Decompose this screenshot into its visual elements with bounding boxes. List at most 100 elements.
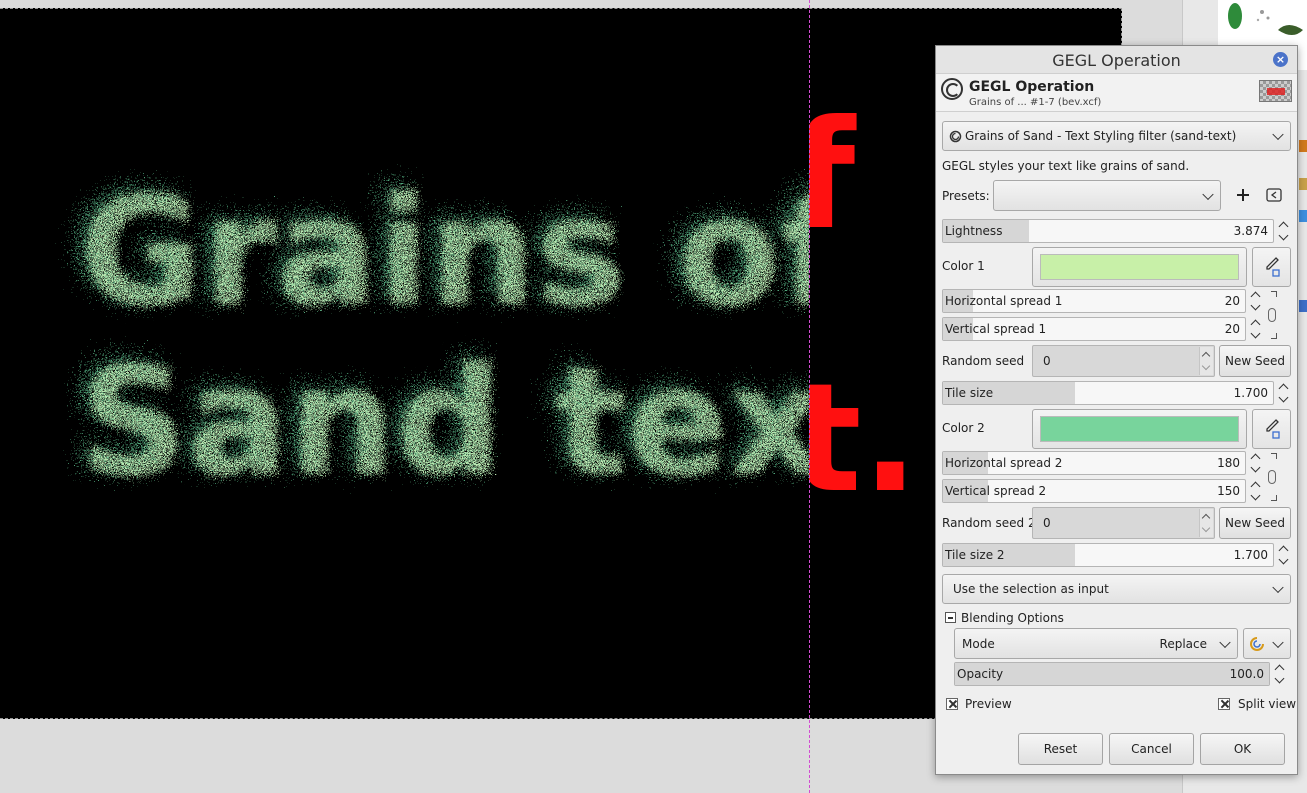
chevron-down-icon (1202, 188, 1214, 200)
split-view-label: Split view (1238, 697, 1297, 711)
cancel-button[interactable]: Cancel (1109, 733, 1194, 765)
chain-link-button-2[interactable] (1265, 453, 1279, 501)
ok-button[interactable]: OK (1200, 733, 1285, 765)
vspread1-label: Vertical spread 1 (945, 322, 1047, 336)
random-seed-field[interactable]: 0 (1032, 345, 1215, 377)
presets-select[interactable] (993, 180, 1221, 211)
hspread1-stepper[interactable] (1249, 289, 1263, 313)
preview-label: Preview (965, 697, 1012, 711)
header-title: GEGL Operation (969, 79, 1095, 95)
vspread2-label: Vertical spread 2 (945, 484, 1047, 498)
random-seed-2-value: 0 (1043, 516, 1051, 530)
reset-button[interactable]: Reset (1018, 733, 1103, 765)
vspread2-slider[interactable]: Vertical spread 2 150 (942, 479, 1246, 503)
hspread1-value: 20 (1224, 294, 1240, 308)
dialog-title: GEGL Operation (1052, 51, 1181, 70)
split-view-guide[interactable] (809, 0, 810, 793)
new-seed-2-label: New Seed (1225, 516, 1285, 530)
hspread2-slider[interactable]: Horizontal spread 2 180 (942, 451, 1246, 475)
composite-mode-button[interactable] (1243, 628, 1291, 659)
layer-thumbnail (1259, 80, 1292, 102)
random-seed-2-field[interactable]: 0 (1032, 507, 1215, 539)
composite-swirl-icon (1250, 637, 1264, 651)
gimp-workspace: Grains of Sand text Grains of Sand text … (0, 0, 1307, 793)
lightness-value: 3.874 (1233, 224, 1268, 238)
opacity-stepper[interactable] (1273, 662, 1287, 686)
hspread2-value: 180 (1217, 456, 1240, 470)
hspread1-slider[interactable]: Horizontal spread 1 20 (942, 289, 1246, 313)
lightness-label: Lightness (945, 224, 1003, 238)
color1-label: Color 1 (942, 259, 985, 273)
chain-bracket-top (1271, 291, 1277, 297)
presets-label: Presets: (942, 189, 990, 203)
blend-mode-value: Replace (1159, 636, 1207, 651)
random-seed-label: Random seed (942, 354, 1025, 368)
color2-swatch (1040, 416, 1239, 442)
sand-text-line-1: Grains of (80, 166, 848, 340)
blend-mode-select[interactable]: Mode Replace (954, 628, 1238, 659)
close-icon[interactable]: × (1273, 52, 1288, 67)
reset-label: Reset (1043, 742, 1078, 756)
cancel-label: Cancel (1131, 742, 1172, 756)
filter-select[interactable]: Grains of Sand - Text Styling filter (sa… (942, 121, 1291, 151)
vspread1-value: 20 (1224, 322, 1240, 336)
color2-button[interactable] (1032, 409, 1247, 449)
chevron-down-icon (1272, 128, 1284, 141)
blending-options-label: Blending Options (961, 611, 1064, 625)
new-seed-button[interactable]: New Seed (1219, 345, 1291, 377)
tile-size-2-slider[interactable]: Tile size 2 1.700 (942, 543, 1274, 567)
input-mode-value: Use the selection as input (953, 582, 1109, 596)
chevron-down-icon (1272, 636, 1284, 648)
dialog-header: GEGL Operation Grains of ... #1-7 (bev.x… (936, 74, 1297, 112)
panel-icon (1299, 140, 1307, 152)
filter-select-value: Grains of Sand - Text Styling filter (sa… (965, 129, 1237, 143)
chevron-down-icon (1219, 636, 1231, 648)
vspread1-stepper[interactable] (1249, 317, 1263, 341)
add-preset-button[interactable] (1234, 186, 1252, 204)
lightness-slider[interactable]: Lightness 3.874 (942, 219, 1274, 243)
plus-icon (1237, 189, 1249, 201)
gegl-operation-dialog: GEGL Operation × GEGL Operation Grains o… (935, 45, 1298, 775)
hspread2-stepper[interactable] (1249, 451, 1263, 475)
tile-size-stepper[interactable] (1277, 381, 1291, 405)
header-subtitle: Grains of ... #1-7 (bev.xcf) (969, 97, 1102, 108)
tile-size-slider[interactable]: Tile size 1.700 (942, 381, 1274, 405)
arrow-down-icon (1250, 490, 1261, 501)
preview-checkbox[interactable] (946, 698, 958, 710)
tile-size-2-stepper[interactable] (1277, 543, 1291, 567)
opacity-value: 100.0 (1229, 667, 1264, 681)
chevron-down-icon (1272, 581, 1284, 594)
tile-size-label: Tile size (945, 386, 994, 400)
color1-button[interactable] (1032, 247, 1247, 287)
tile-size-2-label: Tile size 2 (945, 548, 1005, 562)
panel-icon (1299, 210, 1307, 222)
new-seed-2-button[interactable]: New Seed (1219, 507, 1291, 539)
lightness-stepper[interactable] (1277, 219, 1291, 243)
new-seed-label: New Seed (1225, 354, 1285, 368)
random-seed-2-stepper[interactable] (1199, 509, 1213, 537)
gegl-logo-icon (941, 78, 963, 100)
input-mode-select[interactable]: Use the selection as input (942, 574, 1291, 604)
gegl-small-icon (949, 130, 962, 143)
filter-description: GEGL styles your text like grains of san… (942, 159, 1190, 173)
arrow-down-icon (1250, 300, 1261, 311)
random-seed-stepper[interactable] (1199, 347, 1213, 375)
color1-picker-button[interactable] (1252, 247, 1291, 287)
opacity-label: Opacity (957, 667, 1004, 681)
chain-link-icon (1268, 308, 1276, 322)
opacity-slider[interactable]: Opacity 100.0 (954, 662, 1270, 686)
chain-link-button-1[interactable] (1265, 291, 1279, 339)
eyedropper-icon (1266, 419, 1280, 439)
split-view-checkbox[interactable] (1218, 698, 1230, 710)
color2-picker-button[interactable] (1252, 409, 1291, 449)
vspread1-slider[interactable]: Vertical spread 1 20 (942, 317, 1246, 341)
eyedropper-icon (1266, 257, 1280, 277)
vspread2-stepper[interactable] (1249, 479, 1263, 503)
dialog-titlebar[interactable]: GEGL Operation × (936, 46, 1297, 74)
chain-bracket-bottom (1271, 333, 1277, 339)
arrow-down-icon (1201, 361, 1211, 371)
chain-link-icon (1268, 470, 1276, 484)
arrow-up-icon (1201, 513, 1211, 523)
blending-options-expander[interactable] (945, 612, 956, 623)
presets-menu-button[interactable] (1265, 186, 1283, 204)
